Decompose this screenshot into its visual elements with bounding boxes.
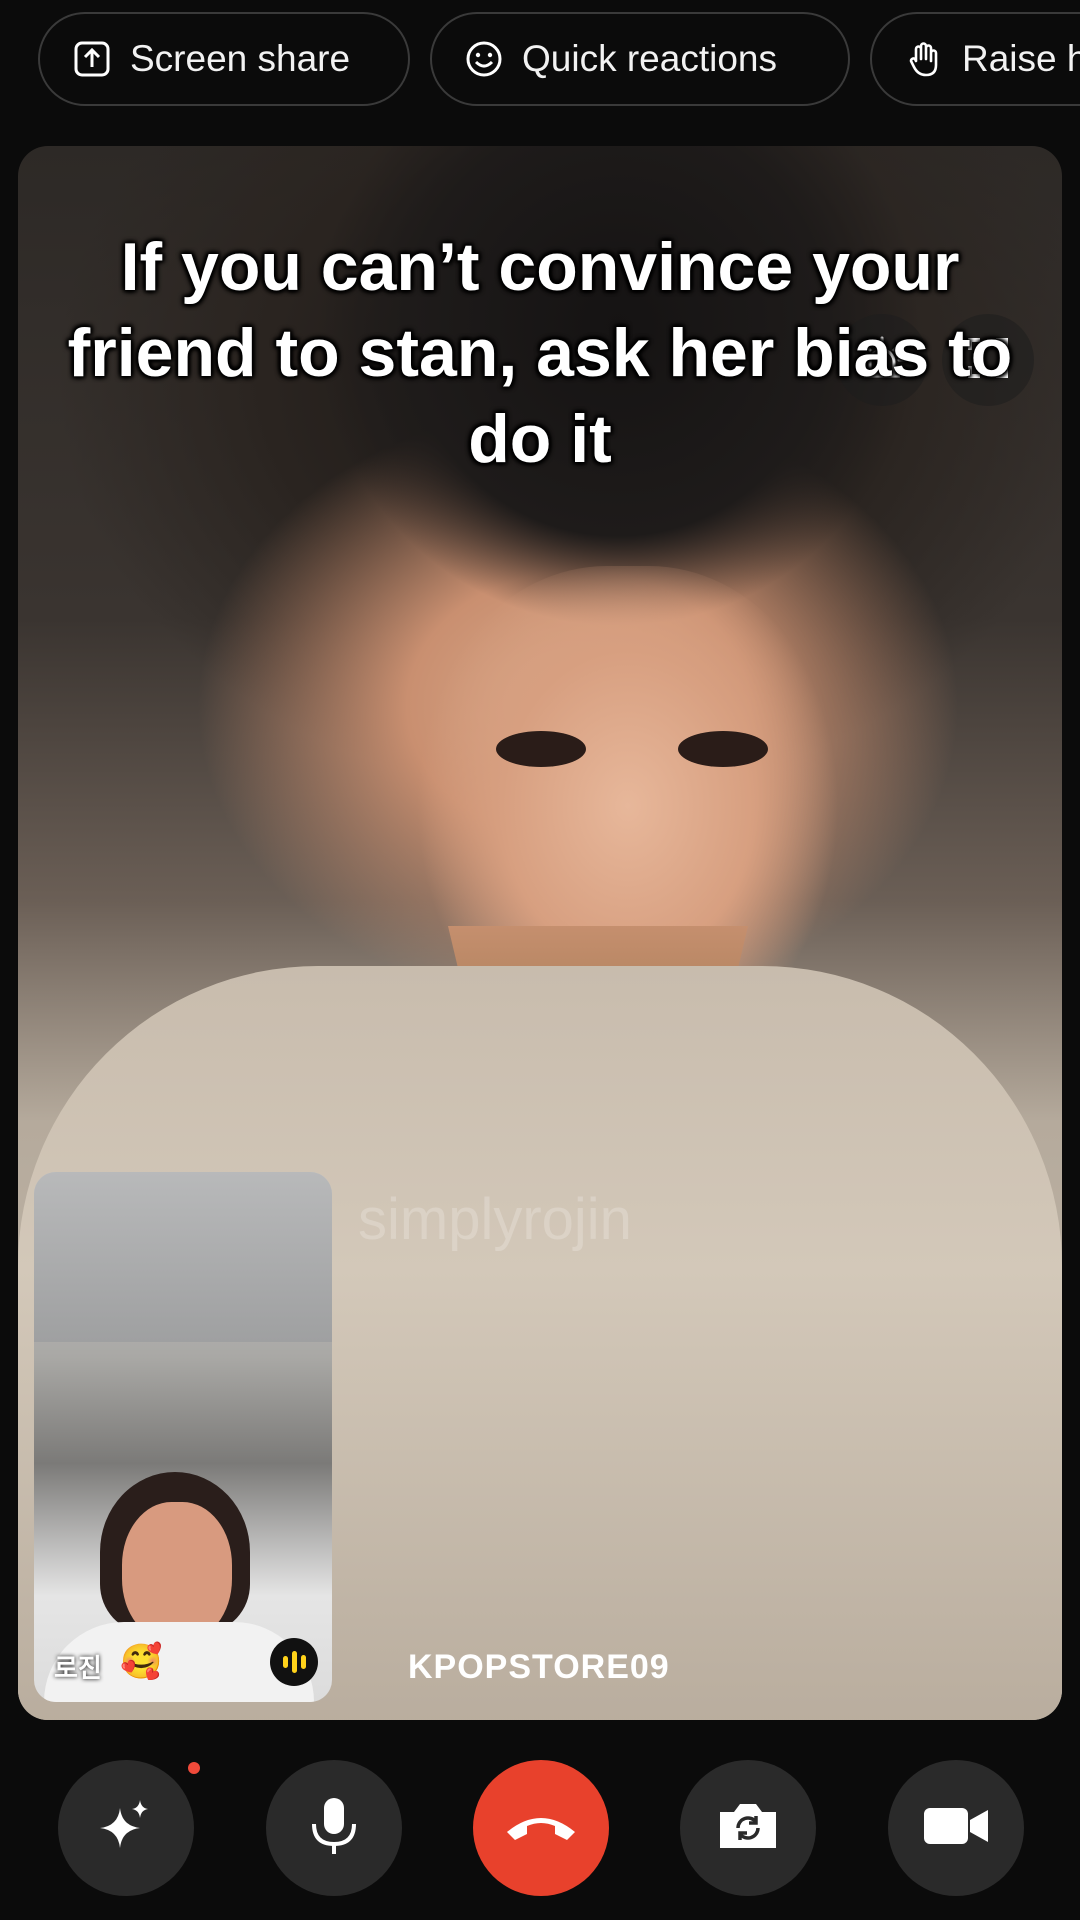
audio-level-icon — [270, 1638, 318, 1686]
sparkle-icon — [94, 1794, 158, 1863]
video-subject-eye — [678, 731, 768, 767]
video-subject-eye — [496, 731, 586, 767]
phone-hangup-icon — [501, 1806, 581, 1851]
self-name: 로진 — [54, 1653, 102, 1683]
raise-hand-button[interactable]: Raise h — [870, 12, 1080, 106]
top-action-bar: Screen share Quick reactions Raise h — [0, 0, 1080, 120]
raise-hand-label: Raise h — [962, 38, 1080, 79]
call-controls-bar — [0, 1740, 1080, 1920]
hand-icon — [902, 37, 946, 81]
screen-share-label: Screen share — [130, 38, 351, 79]
flip-camera-button[interactable] — [680, 1760, 816, 1896]
video-camera-button[interactable] — [888, 1760, 1024, 1896]
self-name-emoji: 🥰 — [120, 1643, 163, 1681]
smiley-icon — [462, 37, 506, 81]
mic-icon — [306, 1794, 362, 1863]
quick-reactions-button[interactable]: Quick reactions — [430, 12, 850, 106]
pip-background — [34, 1172, 332, 1342]
effects-button[interactable] — [58, 1760, 194, 1896]
watermark: simplyrojin — [358, 1187, 632, 1252]
effects-notification-dot — [188, 1762, 200, 1774]
video-caption: If you can’t convince your friend to sta… — [67, 229, 1013, 477]
callee-name: KPOPSTORE09 — [408, 1648, 670, 1686]
microphone-button[interactable] — [266, 1760, 402, 1896]
screen-share-icon — [70, 37, 114, 81]
self-view-pip[interactable]: 로진 🥰 — [34, 1172, 332, 1702]
screen-share-button[interactable]: Screen share — [38, 12, 410, 106]
end-call-button[interactable] — [473, 1760, 609, 1896]
flip-camera-icon — [716, 1798, 780, 1859]
quick-reactions-label: Quick reactions — [522, 38, 777, 79]
video-camera-icon — [922, 1802, 990, 1855]
pip-subject-face — [122, 1502, 232, 1642]
